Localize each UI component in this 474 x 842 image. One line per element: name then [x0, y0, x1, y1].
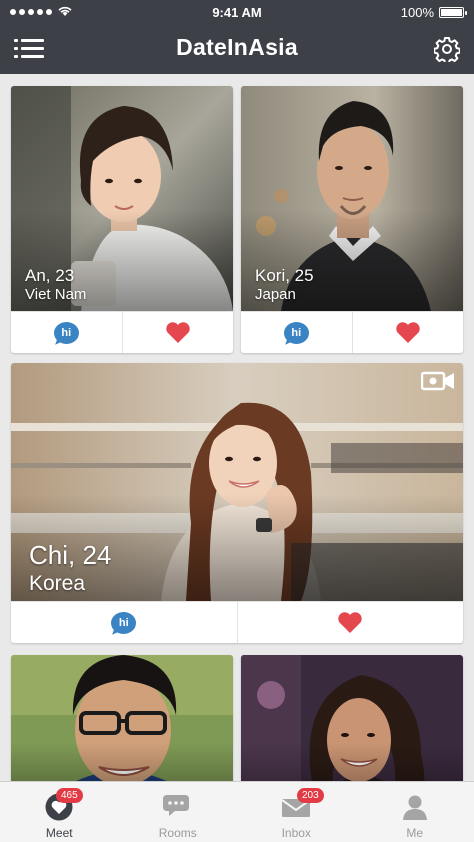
hi-bubble-icon: hi [283, 321, 309, 344]
say-hi-button[interactable]: hi [11, 602, 237, 643]
top-nav-bar: DateInAsia [0, 24, 474, 74]
profile-country: Korea [29, 572, 86, 595]
tab-label: Me [406, 826, 424, 840]
heart-icon [338, 611, 362, 633]
profile-name-age: Kori, 25 [255, 266, 314, 285]
profile-card-an[interactable]: An, 23 Viet Nam hi [11, 86, 233, 353]
chat-bubbles-icon [162, 795, 189, 816]
like-button[interactable] [351, 312, 464, 353]
bottom-tab-bar: 465 Meet Rooms 203 Inbox Me [0, 781, 474, 842]
heart-icon [396, 321, 420, 343]
say-hi-button[interactable]: hi [11, 312, 122, 353]
battery-icon [439, 7, 467, 18]
settings-button[interactable] [433, 36, 461, 65]
profile-actions: hi [11, 601, 463, 643]
battery-percent: 100% [400, 5, 434, 20]
gear-icon [433, 37, 461, 65]
app-title: DateInAsia [176, 34, 298, 60]
profile-country: Viet Nam [25, 286, 87, 303]
meet-badge: 465 [56, 788, 83, 803]
person-icon [402, 795, 427, 820]
profile-actions: hi [11, 311, 233, 353]
profile-country: Japan [255, 286, 296, 303]
heart-icon [166, 321, 190, 343]
profile-actions: hi [241, 311, 463, 353]
say-hi-button[interactable]: hi [241, 312, 352, 353]
like-button[interactable] [121, 312, 234, 353]
video-camera-icon [421, 371, 454, 391]
tab-me[interactable]: Me [356, 782, 474, 842]
tab-label: Rooms [158, 826, 197, 840]
tab-inbox[interactable]: 203 Inbox [237, 782, 356, 842]
profile-card-kori[interactable]: Kori, 25 Japan hi [241, 86, 463, 353]
tab-label: Inbox [281, 826, 311, 840]
status-bar: 9:41 AM 100% [0, 0, 474, 24]
profile-name-age: Chi, 24 [29, 540, 112, 570]
profile-card-chi[interactable]: Chi, 24 Korea hi [11, 363, 463, 643]
tab-meet[interactable]: 465 Meet [0, 782, 119, 842]
tab-rooms[interactable]: Rooms [119, 782, 238, 842]
hi-bubble-icon: hi [53, 321, 79, 344]
profile-name-age: An, 23 [25, 266, 75, 285]
inbox-badge: 203 [297, 788, 324, 803]
tab-label: Meet [45, 826, 73, 840]
like-button[interactable] [236, 602, 464, 643]
hi-bubble-icon: hi [111, 611, 137, 634]
